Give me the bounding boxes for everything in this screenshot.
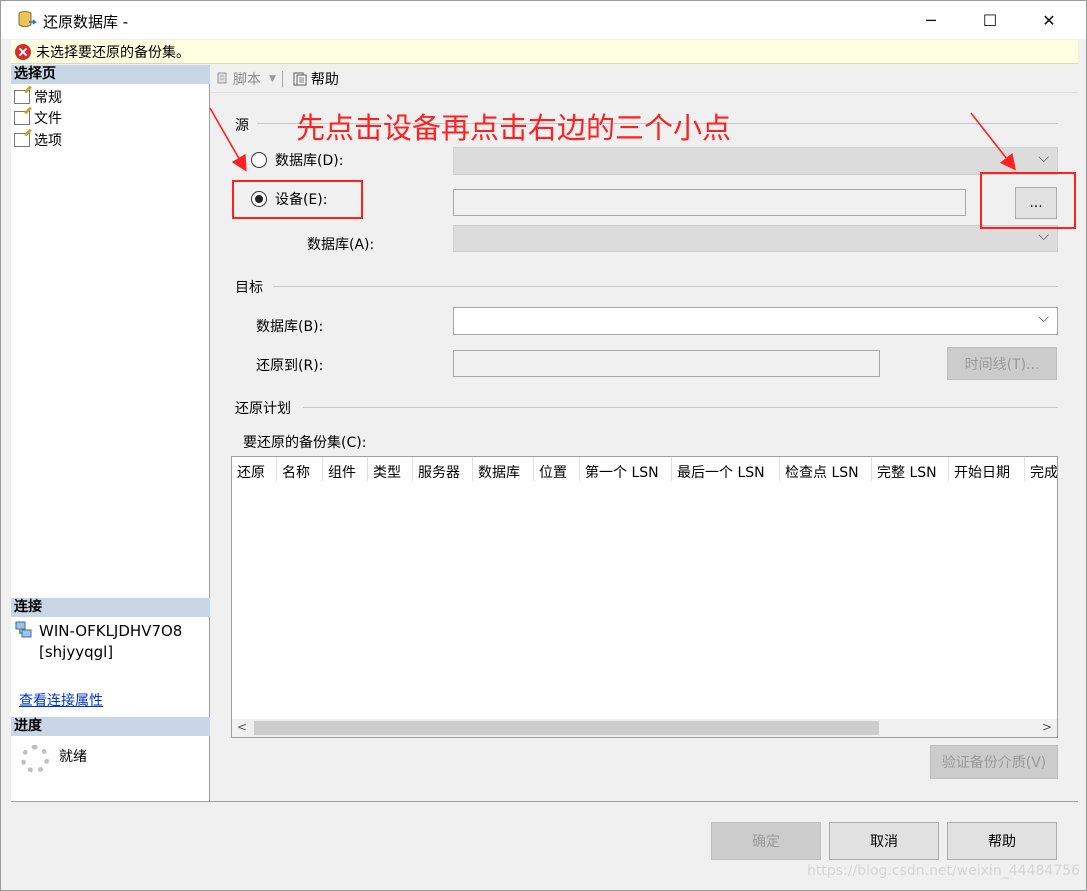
grid-column-header[interactable]: 名称 [277,457,323,481]
select-page-header: 选择页 [11,65,210,84]
error-message: 未选择要还原的备份集。 [36,44,190,61]
cancel-button[interactable]: 取消 [829,822,939,860]
restore-plan-section-label: 还原计划 [235,401,291,417]
annotation-text: 先点击设备再点击右边的三个小点 [296,111,732,145]
grid-column-header[interactable]: 完成 [1025,457,1057,481]
grid-column-header[interactable]: 类型 [368,457,413,481]
grid-column-header[interactable]: 最后一个 LSN [672,457,780,481]
target-section-label: 目标 [235,280,263,296]
error-icon [15,43,31,60]
maximize-button[interactable]: ☐ [961,1,1019,39]
scroll-right-icon[interactable]: > [1042,720,1052,734]
nav-item-options[interactable]: 选项 [14,130,62,150]
nav-item-files[interactable]: 文件 [14,108,62,128]
grid-column-header[interactable]: 数据库 [473,457,534,481]
radio-button[interactable] [251,152,267,168]
close-button[interactable]: ✕ [1020,1,1078,39]
script-icon [217,72,227,83]
script-label: 脚本 [233,71,261,88]
grid-column-header[interactable]: 服务器 [413,457,473,481]
help-button[interactable]: 帮助 [293,69,339,89]
script-button[interactable]: 脚本 ▼ [215,69,276,89]
grid-column-header[interactable]: 组件 [323,457,368,481]
grid-column-header[interactable]: 还原 [232,457,277,481]
restore-database-window: 还原数据库 - ─ ☐ ✕ 未选择要还原的备份集。 选择页 常规 文件 选项 连… [0,0,1087,891]
grid-column-header[interactable]: 开始日期 [949,457,1025,481]
close-icon: ✕ [1042,10,1056,30]
scrollbar-thumb[interactable] [254,721,879,735]
database-restore-icon [18,11,37,27]
watermark: https://blog.csdn.net/weixin_44484756 [807,863,1081,879]
verify-backup-media-button[interactable]: 验证备份介质(V) [930,745,1058,779]
target-database-dropdown[interactable] [453,307,1058,335]
help-label: 帮助 [310,71,339,88]
connection-user: [shjyyqgl] [39,643,114,661]
page-icon [14,90,30,104]
maximize-icon: ☐ [982,10,998,30]
progress-spinner-icon [21,745,49,773]
nav-item-label: 文件 [34,111,62,127]
minimize-button[interactable]: ─ [902,1,960,39]
ok-button[interactable]: 确定 [711,822,821,860]
grid-column-header[interactable]: 位置 [534,457,580,481]
left-pane: 选择页 常规 文件 选项 连接 WIN-OFKLJDHV7O8 [shjyyqg… [11,65,210,801]
server-connection-icon [15,621,32,638]
page-icon [14,133,30,147]
window-title: 还原数据库 - [43,13,129,31]
timeline-button[interactable]: 时间线(T)... [947,347,1057,380]
source-database-dropdown[interactable] [453,147,1058,175]
chevron-down-icon[interactable]: ▼ [269,74,276,84]
target-divider [273,286,1058,287]
progress-header: 进度 [11,717,210,736]
source-database-select[interactable] [453,225,1058,252]
connection-info: WIN-OFKLJDHV7O8 [shjyyqgl] [15,621,182,663]
grid-column-header[interactable]: 检查点 LSN [780,457,872,481]
restore-to-field[interactable] [453,350,880,377]
grid-column-header[interactable]: 第一个 LSN [580,457,672,481]
grid-header: 还原 名称 组件 类型 服务器 数据库 位置 第一个 LSN 最后一个 LSN … [232,457,1057,485]
help-dialog-button[interactable]: 帮助 [947,822,1057,860]
title-bar: 还原数据库 - ─ ☐ ✕ [1,1,1086,39]
connection-header: 连接 [11,598,210,617]
error-bar: 未选择要还原的备份集。 [11,40,1078,64]
annotation-box-browse [980,172,1076,229]
minimize-icon: ─ [926,10,936,30]
target-database-label: 数据库(B): [256,319,324,335]
database-radio[interactable]: 数据库(D): [251,150,343,170]
restore-to-label: 还原到(R): [256,358,324,374]
restore-plan-divider [303,407,1058,408]
view-connection-properties-link[interactable]: 查看连接属性 [19,690,103,710]
backup-sets-label: 要还原的备份集(C): [243,435,367,451]
progress-status: 就绪 [59,749,87,765]
device-path-field[interactable] [453,189,966,216]
toolbar-divider [281,70,283,87]
nav-item-label: 选项 [34,133,62,149]
annotation-box-device [232,180,363,219]
source-section-label: 源 [235,118,249,134]
page-icon [14,111,30,125]
help-icon [293,72,307,85]
toolbar: 脚本 ▼ 帮助 [211,65,1078,93]
backup-sets-grid[interactable]: 还原 名称 组件 类型 服务器 数据库 位置 第一个 LSN 最后一个 LSN … [231,456,1058,738]
horizontal-scrollbar[interactable]: < > [232,719,1057,737]
nav-item-general[interactable]: 常规 [14,87,62,107]
server-name: WIN-OFKLJDHV7O8 [39,622,183,640]
grid-column-header[interactable]: 完整 LSN [872,457,949,481]
source-database-label: 数据库(A): [307,237,375,253]
scroll-left-icon[interactable]: < [237,720,247,734]
nav-item-label: 常规 [34,90,62,106]
database-radio-label: 数据库(D): [275,153,344,169]
